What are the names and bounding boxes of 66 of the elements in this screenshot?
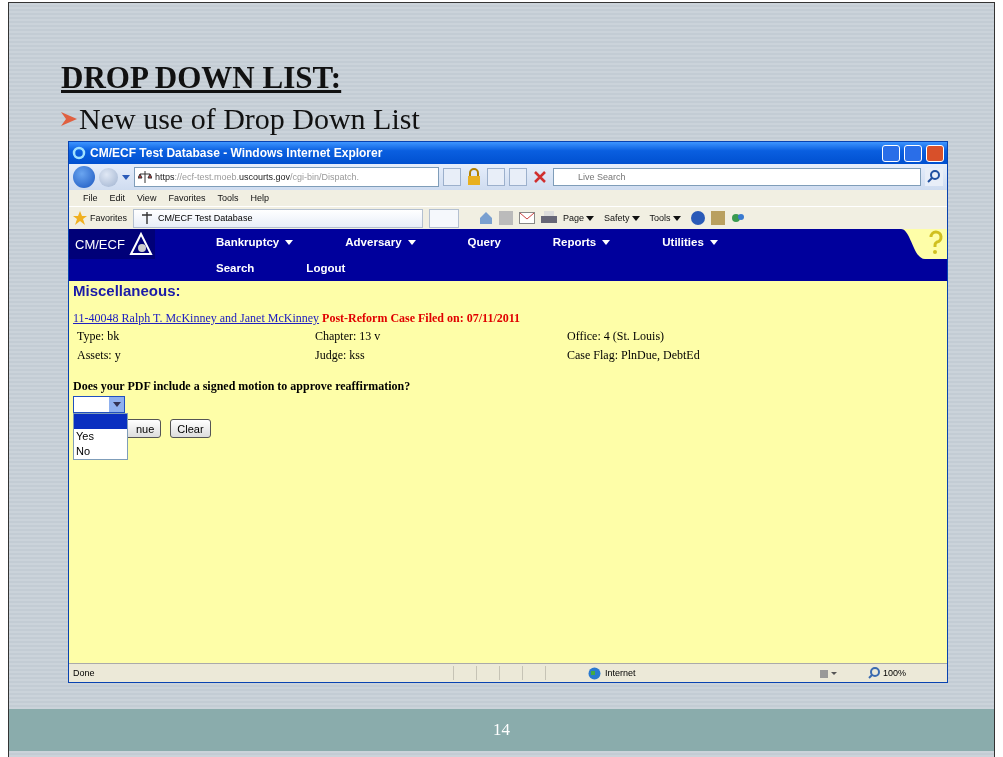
case-field: Type: bk bbox=[77, 329, 315, 344]
caret-icon bbox=[672, 215, 681, 221]
question-text: Does your PDF include a signed motion to approve reaffirmation? bbox=[73, 379, 412, 394]
magnifier-icon bbox=[868, 667, 880, 679]
case-field: Case Flag: PlnDue, DebtEd bbox=[567, 348, 827, 363]
caret-icon bbox=[285, 239, 294, 245]
restore-button[interactable] bbox=[904, 144, 922, 162]
dropdown-option[interactable]: No bbox=[74, 444, 127, 459]
case-field: Assets: y bbox=[77, 348, 315, 363]
caret-icon bbox=[112, 402, 121, 407]
minimize-button[interactable] bbox=[882, 144, 900, 162]
case-field: Office: 4 (St. Louis) bbox=[567, 329, 827, 344]
caret-icon bbox=[631, 215, 640, 221]
caret-icon bbox=[602, 239, 611, 245]
case-field: Judge: kss bbox=[315, 348, 567, 363]
cm-ecf-logo[interactable]: CM/ECF bbox=[69, 229, 155, 259]
url-text: https://ecf-test.moeb.uscourts.gov/cgi-bin/Dispatch. bbox=[155, 172, 360, 182]
command-menu[interactable]: Safety bbox=[604, 213, 640, 223]
browser-logo-icon bbox=[72, 146, 86, 160]
address-field[interactable]: https://ecf-test.moeb.uscourts.gov/cgi-bin/Dispatch. bbox=[134, 167, 439, 187]
padlock-icon bbox=[465, 168, 483, 186]
close-button[interactable] bbox=[926, 144, 944, 162]
nav-menu-item[interactable]: Adversary bbox=[345, 236, 416, 248]
search-icon[interactable] bbox=[925, 168, 943, 186]
printer-icon[interactable] bbox=[541, 211, 557, 225]
caret-icon[interactable] bbox=[122, 174, 130, 180]
case-field: Chapter: 13 v bbox=[315, 329, 567, 344]
nav-menu-item[interactable]: Bankruptcy bbox=[216, 236, 294, 248]
page-heading: Miscellaneous: bbox=[73, 282, 182, 299]
command-menu[interactable]: Tools bbox=[649, 213, 681, 223]
page-number: 14 bbox=[493, 720, 510, 740]
dropdown-option[interactable]: Yes bbox=[74, 429, 127, 444]
zoom-level[interactable]: 100% bbox=[868, 667, 907, 679]
window-title: CM/ECF Test Database - Windows Internet Explorer bbox=[90, 146, 384, 160]
back-button[interactable] bbox=[73, 166, 95, 188]
browser-tab[interactable]: CM/ECF Test Database bbox=[133, 208, 423, 228]
slide-title: DROP DOWN LIST: bbox=[61, 59, 342, 97]
command-menu[interactable]: Page bbox=[563, 213, 595, 223]
menu-item[interactable]: View bbox=[137, 193, 157, 203]
menu-item[interactable]: File bbox=[83, 193, 98, 203]
caret-icon bbox=[709, 239, 718, 245]
nav-menu-item[interactable]: Query bbox=[467, 236, 501, 248]
bullet-text: New use of Drop Down List bbox=[79, 101, 420, 137]
case-link[interactable]: 11-40048 Ralph T. McKinney and Janet McKinney bbox=[73, 311, 320, 325]
caret-icon bbox=[407, 239, 416, 245]
star-icon bbox=[73, 211, 87, 225]
menu-item[interactable]: Favorites bbox=[168, 193, 206, 203]
answer-dropdown[interactable] bbox=[73, 396, 125, 413]
nav-menu-item[interactable]: Search bbox=[216, 262, 255, 274]
arrow-bullet-icon bbox=[61, 111, 77, 127]
nav-menu-item[interactable]: Logout bbox=[306, 262, 346, 274]
security-zone: Internet bbox=[588, 666, 818, 680]
menu-item[interactable]: Help bbox=[250, 193, 269, 203]
menu-item[interactable]: Tools bbox=[217, 193, 239, 203]
mail-icon[interactable] bbox=[519, 212, 535, 224]
menu-item[interactable]: Edit bbox=[109, 193, 126, 203]
case-status: Post-Reform Case Filed on: 07/11/2011 bbox=[322, 311, 521, 325]
clear-button[interactable]: Clear bbox=[170, 419, 211, 438]
nav-menu-item[interactable]: Utilities bbox=[662, 236, 718, 248]
favorites-button[interactable]: Favorites bbox=[73, 211, 127, 225]
search-field[interactable]: Live Search bbox=[553, 168, 921, 186]
caret-icon bbox=[586, 215, 595, 221]
globe-icon bbox=[588, 666, 601, 680]
status-text: Done bbox=[72, 668, 96, 678]
home-icon[interactable] bbox=[479, 211, 493, 225]
nav-menu-item[interactable]: Reports bbox=[552, 236, 611, 248]
